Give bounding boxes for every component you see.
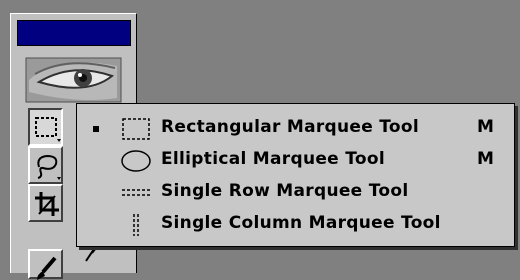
paintbrush-icon xyxy=(37,256,57,280)
menu-item-single-row-marquee[interactable]: Single Row Marquee Tool xyxy=(77,176,514,208)
rectangular-marquee-icon xyxy=(35,117,61,142)
checkmark-bullet-icon xyxy=(93,126,99,132)
pencil-tool-button[interactable] xyxy=(80,247,100,263)
menu-item-elliptical-marquee[interactable]: Elliptical Marquee Tool M xyxy=(77,144,514,176)
single-column-marquee-icon xyxy=(133,214,139,236)
menu-item-label: Rectangular Marquee Tool xyxy=(161,117,420,137)
lasso-icon xyxy=(37,154,61,180)
menu-item-shortcut: M xyxy=(477,117,494,137)
single-row-marquee-icon xyxy=(122,189,150,196)
crop-tool-button[interactable] xyxy=(28,184,63,222)
marquee-tool-flyout-menu: Rectangular Marquee Tool M Elliptical Ma… xyxy=(76,103,515,247)
paintbrush-tool-button[interactable] xyxy=(28,249,63,280)
pencil-icon xyxy=(85,247,97,262)
menu-item-rectangular-marquee[interactable]: Rectangular Marquee Tool M xyxy=(77,112,514,144)
menu-item-shortcut: M xyxy=(477,149,494,169)
menu-item-single-column-marquee[interactable]: Single Column Marquee Tool xyxy=(77,208,514,240)
eye-logo xyxy=(17,52,130,108)
lasso-tool-button[interactable] xyxy=(28,146,63,184)
rectangular-marquee-tool-button[interactable] xyxy=(28,108,63,146)
elliptical-marquee-icon xyxy=(121,150,151,172)
rectangular-marquee-icon xyxy=(122,118,150,140)
crop-icon xyxy=(35,192,59,216)
menu-item-label: Elliptical Marquee Tool xyxy=(161,149,385,169)
menu-item-label: Single Row Marquee Tool xyxy=(161,181,409,201)
palette-title-bar[interactable] xyxy=(17,20,131,46)
menu-item-label: Single Column Marquee Tool xyxy=(161,213,441,233)
